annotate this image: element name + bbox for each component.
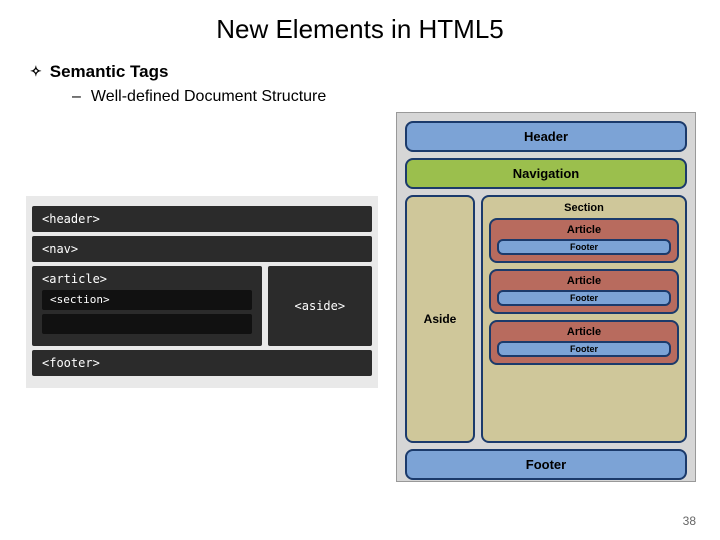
code-header-box: <header> — [32, 206, 372, 232]
layout-article-label: Article — [497, 224, 671, 236]
code-nav-box: <nav> — [32, 236, 372, 262]
slide-title: New Elements in HTML5 — [0, 0, 720, 45]
layout-article-box: Article Footer — [489, 320, 679, 365]
layout-section-box: Section Article Footer Article Footer Ar… — [481, 195, 687, 443]
layout-section-label: Section — [489, 202, 679, 214]
code-article-box: <article> <section> — [32, 266, 262, 346]
layout-nav-box: Navigation — [405, 158, 687, 189]
code-section-box: <section> — [42, 290, 252, 310]
code-footer-box: <footer> — [32, 350, 372, 376]
layout-article-footer: Footer — [497, 290, 671, 306]
layout-article-label: Article — [497, 275, 671, 287]
code-section-box — [42, 314, 252, 334]
layout-article-footer: Footer — [497, 239, 671, 255]
bullet-level-2: –Well-defined Document Structure — [72, 88, 326, 106]
diamond-icon: ✧ — [30, 63, 42, 80]
bullet1-text: Semantic Tags — [50, 62, 169, 81]
layout-article-box: Article Footer — [489, 269, 679, 314]
code-layout-diagram: <header> <nav> <article> <section> <asid… — [26, 196, 378, 388]
code-main-left: <article> <section> — [32, 266, 262, 346]
layout-article-box: Article Footer — [489, 218, 679, 263]
code-main-row: <article> <section> <aside> — [32, 266, 372, 346]
bullet-level-1: ✧ Semantic Tags — [30, 62, 168, 82]
color-layout-diagram: Header Navigation Aside Section Article … — [396, 112, 696, 482]
layout-footer-box: Footer — [405, 449, 687, 480]
bullet2-text: Well-defined Document Structure — [91, 88, 326, 105]
code-article-label: <article> — [42, 272, 252, 286]
layout-article-label: Article — [497, 326, 671, 338]
page-number: 38 — [683, 514, 696, 528]
layout-aside-box: Aside — [405, 195, 475, 443]
layout-body-row: Aside Section Article Footer Article Foo… — [405, 195, 687, 443]
code-aside-box: <aside> — [268, 266, 372, 346]
layout-article-footer: Footer — [497, 341, 671, 357]
dash-icon: – — [72, 88, 81, 105]
layout-header-box: Header — [405, 121, 687, 152]
